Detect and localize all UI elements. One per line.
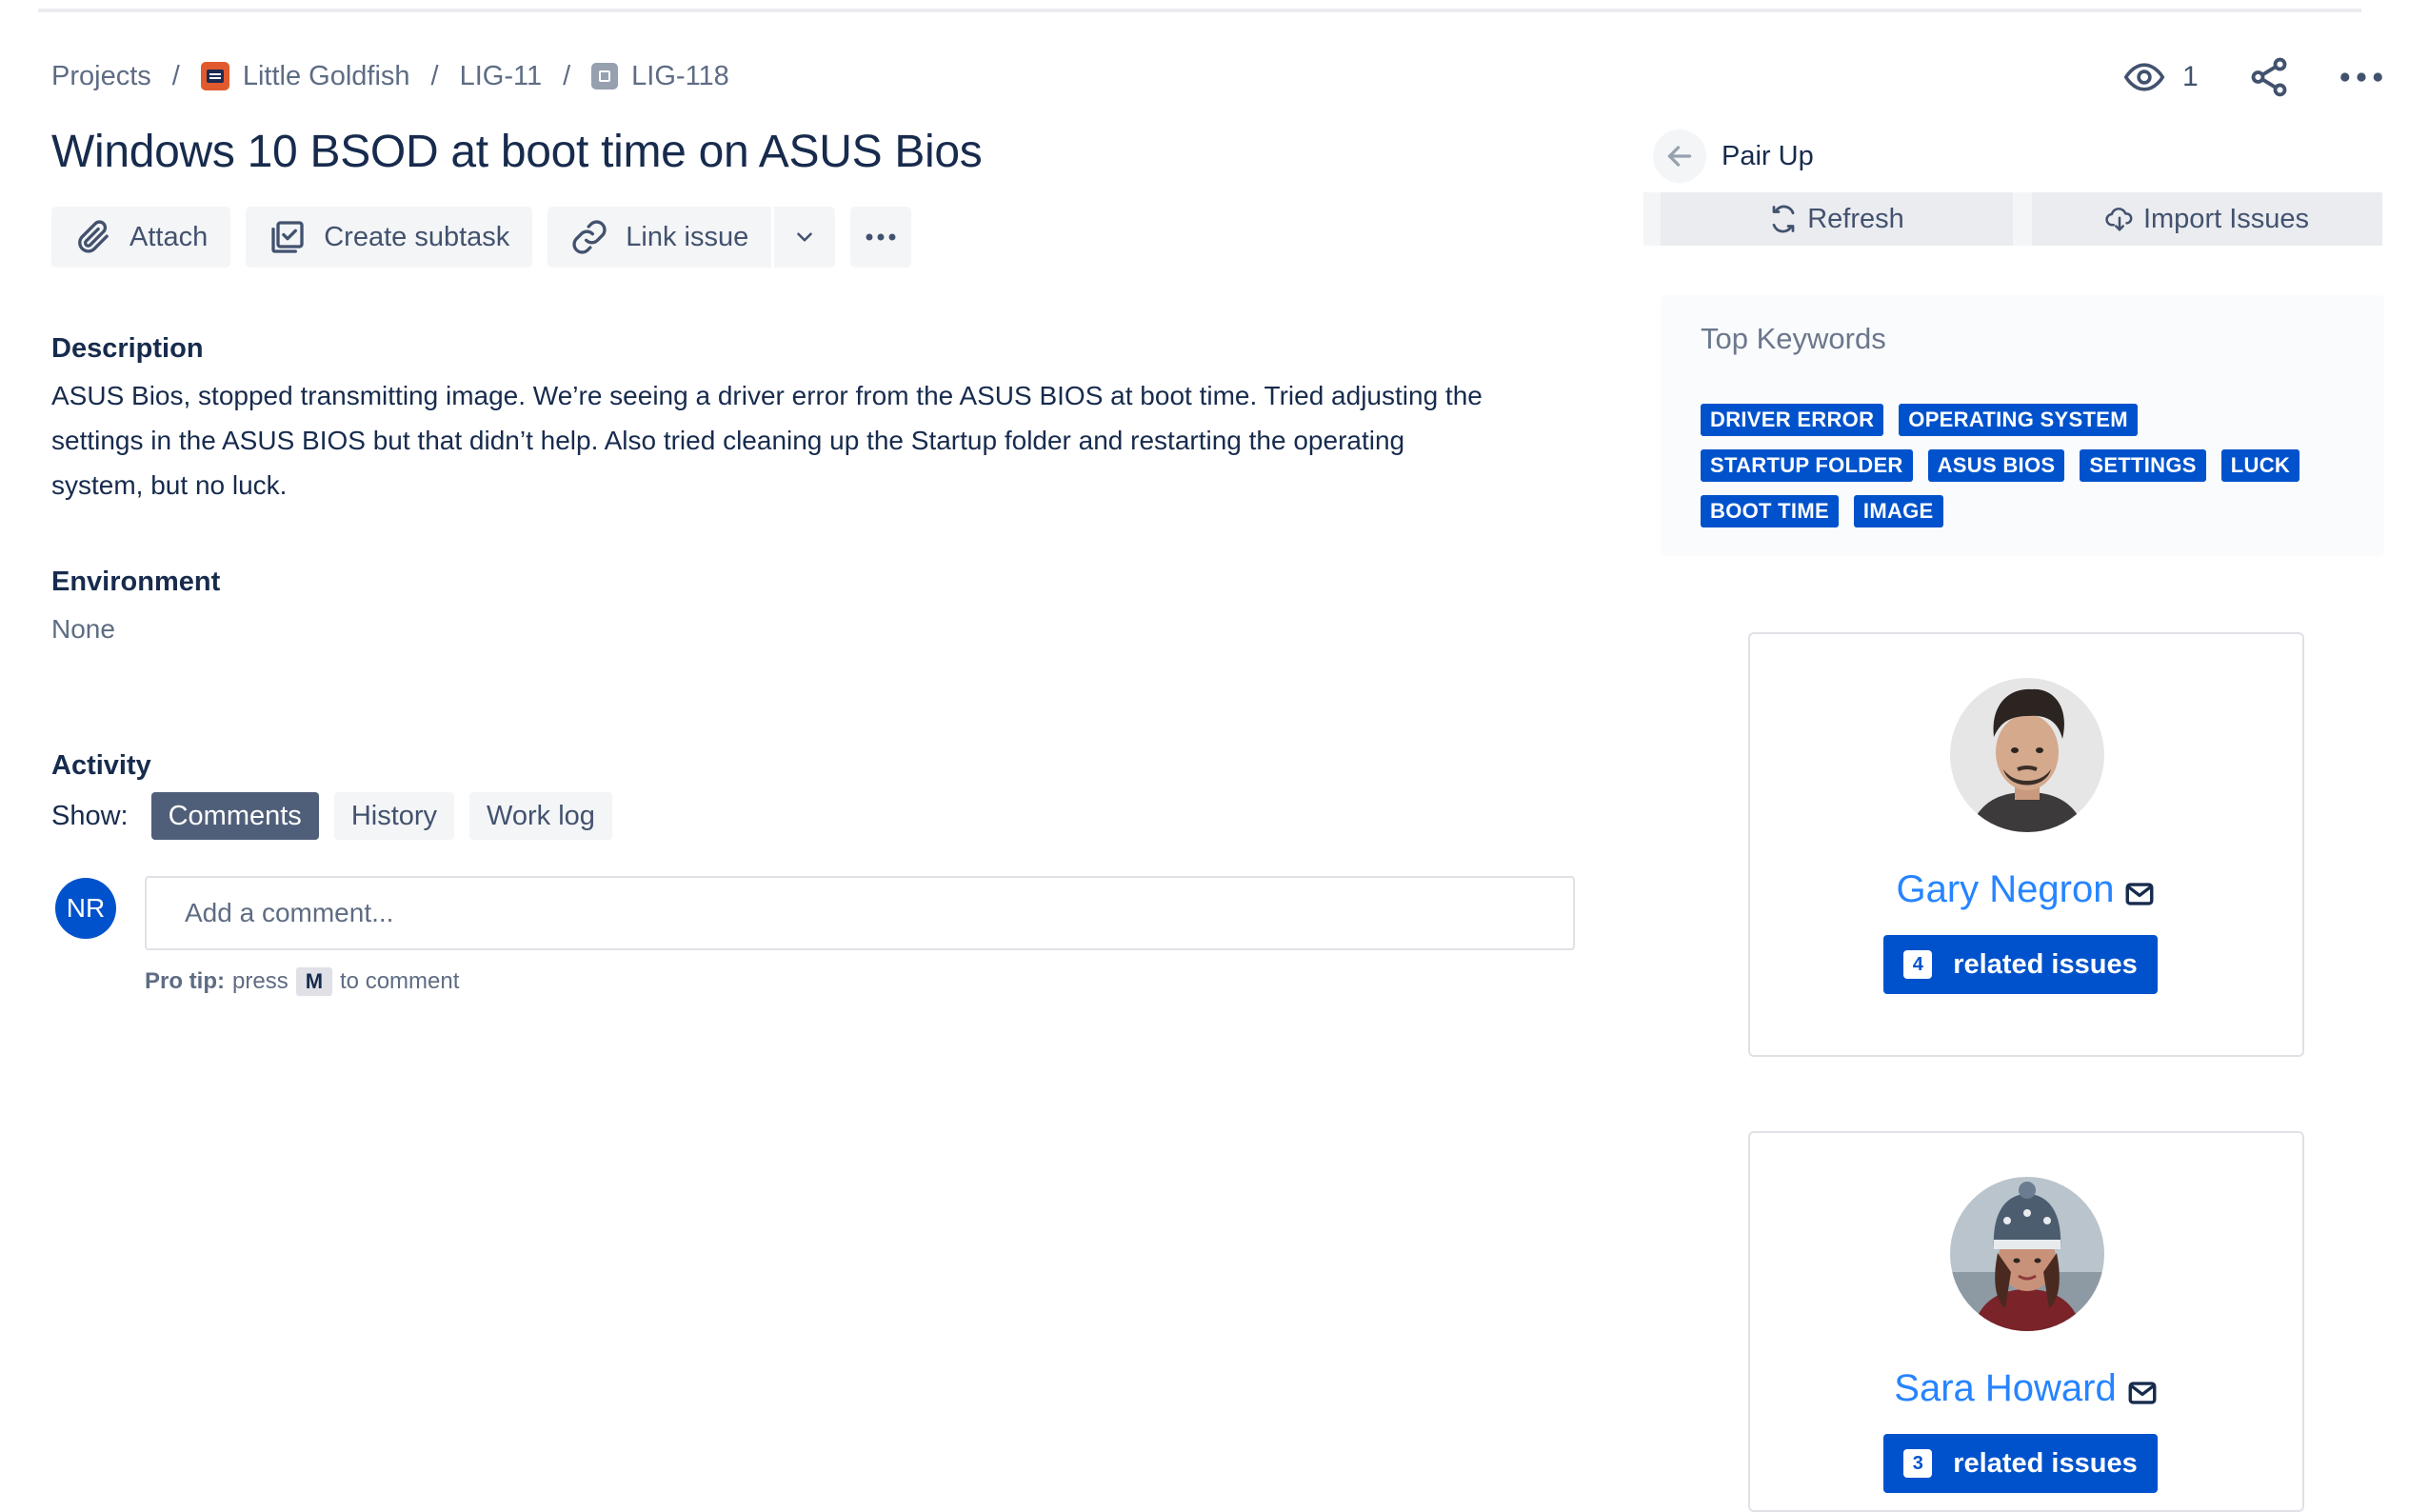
pair-up-title: Pair Up	[1722, 140, 1814, 171]
keyword-tag[interactable]: IMAGE	[1853, 495, 1943, 527]
keyword-tag[interactable]: SETTINGS	[2080, 449, 2206, 482]
related-issues-button[interactable]: 3 related issues	[1883, 1434, 2158, 1493]
issue-title[interactable]: Windows 10 BSOD at boot time on ASUS Bio…	[51, 126, 983, 178]
show-label: Show:	[51, 800, 129, 831]
related-issues-button[interactable]: 4 related issues	[1883, 935, 2158, 994]
refresh-label: Refresh	[1807, 203, 1904, 234]
more-icon[interactable]	[2333, 55, 2390, 99]
pair-up-header: Pair Up	[1653, 129, 1814, 183]
description-line: system, but no luck.	[51, 470, 288, 500]
paperclip-icon	[78, 220, 109, 253]
breadcrumb-project-label: Little Goldfish	[242, 60, 410, 91]
related-count: 3	[1903, 1449, 1933, 1478]
arrow-left-icon	[1667, 146, 1692, 167]
toolbar-more-button[interactable]	[850, 207, 912, 268]
tab-work-log[interactable]: Work log	[469, 792, 612, 840]
person-name-link[interactable]: Gary Negron	[1897, 868, 2115, 911]
person-card: Gary Negron 4 related issues	[1748, 632, 2304, 1057]
description-line: settings in the ASUS BIOS but that didn’…	[51, 426, 1405, 455]
breadcrumb-issue-label: LIG-118	[631, 60, 729, 91]
related-issues-label: related issues	[1953, 1447, 2138, 1479]
subtask-icon	[591, 63, 619, 90]
attach-label: Attach	[129, 221, 209, 252]
link-issue-dropdown[interactable]	[774, 207, 836, 268]
envelope-icon[interactable]	[2126, 1377, 2159, 1409]
related-issues-label: related issues	[1953, 948, 2138, 980]
top-keywords-title: Top Keywords	[1701, 322, 1886, 355]
breadcrumb-issue[interactable]: LIG-118	[591, 61, 729, 92]
link-issue-button[interactable]: Link issue	[548, 207, 772, 268]
description-text[interactable]: ASUS Bios, stopped transmitting image. W…	[51, 373, 1575, 507]
description-line: ASUS Bios, stopped transmitting image. W…	[51, 381, 1483, 410]
breadcrumb-projects[interactable]: Projects	[51, 61, 151, 92]
person-name: Sara Howard	[1750, 1367, 2302, 1410]
pro-tip-label: Pro tip:	[145, 968, 225, 994]
import-issues-label: Import Issues	[2142, 203, 2310, 234]
watch-button[interactable]: 1	[2123, 56, 2199, 98]
top-divider	[38, 9, 2361, 12]
environment-heading: Environment	[51, 567, 221, 597]
breadcrumb-parent-issue[interactable]: LIG-11	[460, 61, 543, 92]
cloud-download-icon	[2105, 208, 2133, 231]
issue-toolbar: Attach Create subtask Link issue	[51, 207, 926, 268]
refresh-button[interactable]: Refresh	[1661, 192, 2013, 246]
pro-tip-suffix: to comment	[340, 968, 460, 994]
import-issues-button[interactable]: Import Issues	[2032, 192, 2382, 246]
more-icon	[866, 233, 896, 241]
environment-value[interactable]: None	[51, 614, 115, 645]
project-icon	[200, 62, 229, 90]
pro-tip-key: M	[295, 967, 333, 996]
comment-input[interactable]	[145, 876, 1575, 950]
keyword-tag[interactable]: DRIVER ERROR	[1701, 404, 1884, 436]
eye-icon	[2123, 63, 2165, 91]
pro-tip: Pro tip: press M to comment	[145, 967, 459, 996]
refresh-icon	[1772, 205, 1795, 233]
person-avatar	[1950, 678, 2104, 832]
breadcrumb-separator: /	[563, 60, 571, 91]
link-icon	[572, 220, 607, 254]
tab-comments[interactable]: Comments	[150, 792, 319, 840]
avatar: NR	[55, 878, 116, 939]
header-actions: 1	[2123, 55, 2409, 99]
link-issue-label: Link issue	[626, 221, 749, 252]
envelope-icon[interactable]	[2123, 878, 2156, 910]
top-keywords-card: Top Keywords DRIVER ERROR OPERATING SYST…	[1661, 295, 2384, 556]
keyword-tag[interactable]: BOOT TIME	[1701, 495, 1839, 527]
breadcrumb: Projects / Little Goldfish / LIG-11 / LI…	[51, 57, 729, 95]
keyword-tag[interactable]: OPERATING SYSTEM	[1899, 404, 2138, 436]
subtask-checkbox-icon	[271, 221, 304, 253]
back-button[interactable]	[1653, 129, 1706, 183]
person-photo-image	[1950, 678, 2104, 832]
breadcrumb-project[interactable]: Little Goldfish	[200, 60, 410, 92]
create-subtask-label: Create subtask	[324, 221, 510, 252]
breadcrumb-separator: /	[171, 60, 180, 91]
description-heading: Description	[51, 333, 204, 364]
pro-tip-press: press	[232, 968, 289, 994]
person-avatar	[1950, 1177, 2104, 1331]
keyword-tag[interactable]: STARTUP FOLDER	[1701, 449, 1913, 482]
person-card: Sara Howard 3 related issues	[1748, 1131, 2304, 1512]
activity-filter: Show: Comments History Work log	[51, 792, 627, 840]
breadcrumb-separator: /	[430, 60, 439, 91]
watch-count: 1	[2182, 61, 2199, 92]
person-name: Gary Negron	[1750, 868, 2302, 911]
person-name-link[interactable]: Sara Howard	[1894, 1367, 2116, 1410]
keyword-tag[interactable]: LUCK	[2220, 449, 2300, 482]
share-icon[interactable]	[2247, 55, 2291, 99]
keyword-tag[interactable]: ASUS BIOS	[1927, 449, 2065, 482]
chevron-down-icon	[797, 232, 813, 242]
activity-heading: Activity	[51, 750, 151, 781]
tab-history[interactable]: History	[333, 792, 455, 840]
attach-button[interactable]: Attach	[51, 207, 231, 268]
create-subtask-button[interactable]: Create subtask	[246, 207, 533, 268]
person-photo-image	[1950, 1177, 2104, 1331]
related-count: 4	[1903, 950, 1933, 979]
keyword-tags: DRIVER ERROR OPERATING SYSTEM STARTUP FO…	[1701, 404, 2367, 541]
